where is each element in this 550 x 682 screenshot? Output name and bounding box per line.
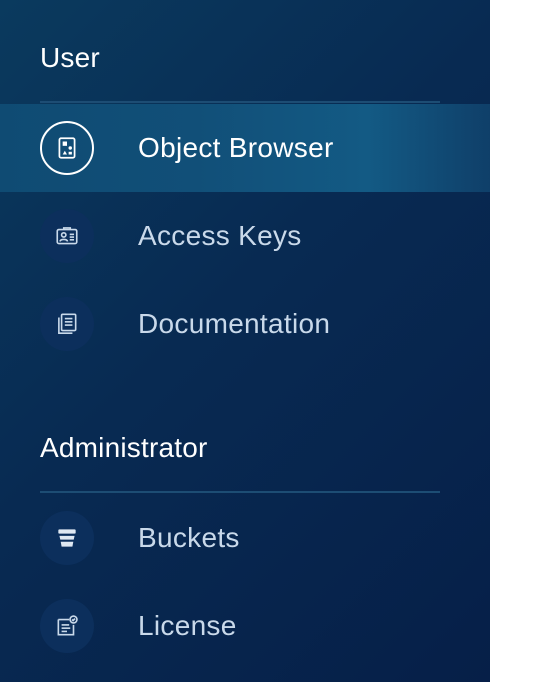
documentation-icon [40, 297, 94, 351]
nav-item-license[interactable]: License [0, 582, 490, 670]
access-keys-icon [40, 209, 94, 263]
nav-item-documentation[interactable]: Documentation [0, 280, 490, 368]
object-browser-icon [40, 121, 94, 175]
nav-label-access-keys: Access Keys [138, 220, 302, 251]
buckets-icon [40, 511, 94, 565]
section-divider-administrator [40, 491, 440, 493]
nav-label-license: License [138, 610, 237, 641]
nav-item-object-browser[interactable]: Object Browser [0, 104, 490, 192]
nav-label-buckets: Buckets [138, 522, 240, 553]
section-title-administrator: Administrator [40, 432, 208, 463]
nav-item-access-keys[interactable]: Access Keys [0, 192, 490, 280]
main-content-area [490, 0, 550, 682]
section-title-user: User [40, 42, 100, 73]
section-divider-user [40, 101, 440, 103]
nav-label-documentation: Documentation [138, 308, 331, 339]
nav-item-buckets[interactable]: Buckets [0, 494, 490, 582]
license-icon [40, 599, 94, 653]
nav-label-object-browser: Object Browser [138, 132, 334, 163]
sidebar: User Object Browser Access Keys Document… [0, 0, 490, 682]
